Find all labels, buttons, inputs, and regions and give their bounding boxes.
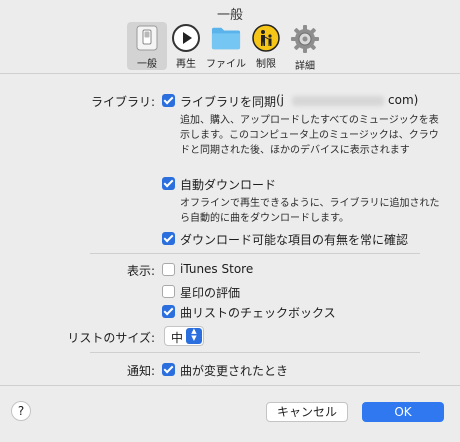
song-change-notify-checkbox[interactable] — [162, 363, 175, 376]
library-section-label: ライブラリ: — [90, 95, 155, 109]
chevron-updown-icon: ▲ ▼ — [186, 328, 202, 344]
tab-general-label: 一般 — [137, 59, 157, 70]
itunes-store-checkbox[interactable] — [162, 263, 175, 276]
tab-files[interactable]: ファイル — [206, 22, 246, 70]
confirm-downloads-label: ダウンロード可能な項目の有無を常に確認 — [180, 233, 409, 247]
star-rating-label: 星印の評価 — [180, 286, 241, 300]
list-size-label: リストのサイズ: — [67, 331, 155, 345]
gear-icon — [290, 24, 320, 54]
sync-library-label: ライブラリを同期 — [180, 95, 277, 109]
auto-download-label: 自動ダウンロード — [180, 178, 277, 192]
tab-files-label: ファイル — [206, 59, 246, 70]
toolbar-divider — [0, 73, 460, 74]
tab-playback-label: 再生 — [176, 59, 196, 70]
list-size-select[interactable]: 中 ▲ ▼ — [164, 326, 204, 346]
tab-advanced[interactable]: 詳細 — [285, 22, 325, 72]
tab-restrictions[interactable]: 制限 — [246, 22, 286, 70]
tab-restrictions-label: 制限 — [256, 59, 276, 70]
footer-divider — [0, 385, 460, 386]
parental-icon — [251, 24, 281, 52]
preferences-toolbar: 一般 再生 ファイル 制限 詳細 — [0, 20, 460, 72]
auto-download-checkbox[interactable] — [162, 177, 175, 190]
itunes-store-label: iTunes Store — [180, 262, 254, 276]
section-divider — [90, 253, 420, 254]
auto-download-description: オフラインで再生できるように、ライブラリに追加されたら自動的に曲をダウンロードし… — [180, 198, 440, 224]
tab-playback[interactable]: 再生 — [166, 22, 206, 70]
folder-icon — [211, 24, 241, 52]
song-list-checkbox-label: 曲リストのチェックボックス — [180, 306, 336, 320]
tab-advanced-label: 詳細 — [295, 61, 315, 72]
section-divider — [90, 352, 420, 353]
notify-section-label: 通知: — [126, 364, 155, 378]
sync-library-description: 追加、購入、アップロードしたすべてのミュージックを表示します。このコンピュータ上… — [180, 115, 439, 156]
play-icon — [171, 24, 201, 52]
redacted-account — [292, 96, 384, 106]
sync-library-checkbox[interactable] — [162, 94, 175, 107]
tab-general[interactable]: 一般 — [127, 22, 167, 70]
song-list-checkbox-checkbox[interactable] — [162, 305, 175, 318]
cancel-button[interactable]: キャンセル — [266, 402, 348, 422]
song-change-notify-label: 曲が変更されたとき — [180, 364, 289, 378]
display-section-label: 表示: — [126, 264, 155, 278]
account-prefix: (j — [276, 93, 285, 107]
switch-icon — [132, 24, 162, 52]
ok-button[interactable]: OK — [362, 402, 444, 422]
account-suffix: com) — [388, 93, 419, 107]
help-button[interactable]: ? — [11, 401, 31, 421]
star-rating-checkbox[interactable] — [162, 285, 175, 298]
confirm-downloads-checkbox[interactable] — [162, 232, 175, 245]
list-size-value: 中 — [171, 331, 184, 345]
